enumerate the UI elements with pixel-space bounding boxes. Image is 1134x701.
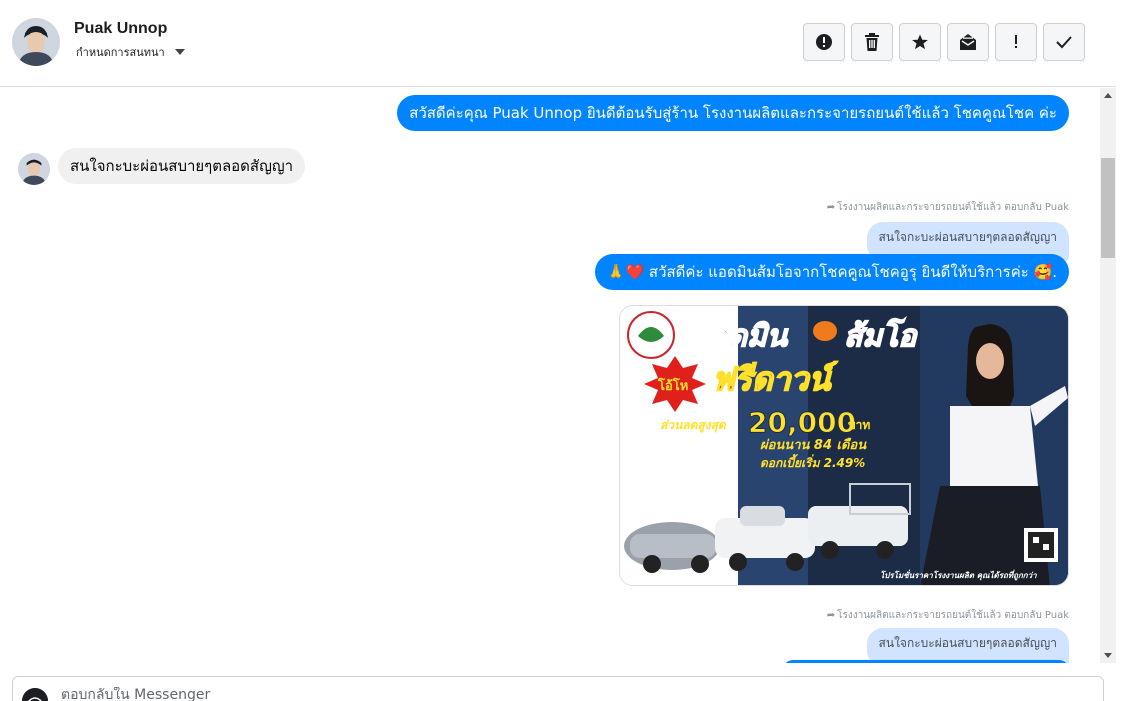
reply-input[interactable]	[61, 687, 961, 701]
promo-tag: โอ้โห	[657, 377, 688, 394]
caret-down-icon	[174, 49, 185, 55]
reply-composer	[12, 676, 1104, 701]
conversation-header: Puak Unnop กำหนดการสนทนา	[0, 0, 1116, 87]
reply-note-text: โรงงานผลิตและกระจายรถยนต์ใช้แล้ว ตอบกลับ…	[837, 202, 1069, 213]
mark-done-button[interactable]	[1043, 23, 1085, 61]
exclamation-icon	[1015, 35, 1017, 48]
delete-button[interactable]	[851, 23, 893, 61]
check-icon	[1056, 36, 1072, 49]
promo-headline-2: ส้มโอ	[844, 318, 918, 354]
page-logo-icon	[22, 688, 48, 701]
promo-installment: ผ่อนนาน 84 เดือน	[760, 437, 867, 453]
contact-name: Puak Unnop	[74, 20, 168, 37]
alert-circle-icon	[816, 34, 832, 50]
reply-note-text: โรงงานผลิตและกระจายรถยนต์ใช้แล้ว ตอบกลับ…	[837, 610, 1069, 621]
contact-avatar[interactable]	[12, 18, 60, 66]
promo-interest: ดอกเบี้ยเริ่ม 2.49%	[760, 454, 865, 470]
outgoing-message: สวัสดีค่ะคุณ Puak Unnop ยินดีต้อนรับสู่ร…	[397, 95, 1069, 131]
contact-avatar-small	[18, 153, 50, 185]
spam-button[interactable]	[995, 23, 1037, 61]
page-avatar	[22, 688, 48, 701]
promo-title: ฟรีดาวน์	[712, 360, 838, 398]
reply-note: ➦ โรงงานผลิตและกระจายรถยนต์ใช้แล้ว ตอบกล…	[827, 608, 1069, 623]
promo-image[interactable]: แอดมิน ส้มโอ โอ้โห ฟรีดาวน์ ส่วนลดสูงสุด…	[619, 305, 1069, 586]
outgoing-message-cut	[783, 660, 1069, 663]
promo-footer: โปรโมชั่นราคาโรงงานผลิต คุณได้รถที่ถูกกว…	[880, 569, 1037, 581]
promo-discount-unit: บาท	[848, 418, 870, 432]
report-button[interactable]	[803, 23, 845, 61]
message-thread[interactable]: สวัสดีค่ะคุณ Puak Unnop ยินดีต้อนรับสู่ร…	[0, 88, 1100, 663]
promo-discount-label: ส่วนลดสูงสุด	[660, 418, 727, 433]
assign-label: กำหนดการสนทนา	[76, 46, 165, 59]
star-button[interactable]	[899, 23, 941, 61]
conversation-toolbar	[803, 23, 1085, 61]
person-avatar-icon	[12, 18, 60, 66]
reply-arrow-icon: ➦	[826, 610, 836, 621]
scroll-up-arrow-icon[interactable]	[1104, 93, 1112, 98]
star-icon	[912, 34, 928, 50]
outgoing-message: 🙏❤️ สวัสดีค่ะ แอดมินส้มโอจากโชคคูณโชคอูร…	[594, 254, 1069, 290]
envelope-icon	[960, 34, 976, 50]
trash-icon	[865, 33, 879, 51]
promo-headline: แอดมิน	[690, 319, 789, 354]
incoming-message: สนใจกะบะผ่อนสบายๆตลอดสัญญา	[58, 148, 306, 184]
inbox-conversation: Puak Unnop กำหนดการสนทนา สวัสดีค่ะคุณ Pu…	[0, 0, 1134, 701]
assign-conversation-dropdown[interactable]: กำหนดการสนทนา	[76, 43, 185, 61]
promo-graphic: แอดมิน ส้มโอ โอ้โห ฟรีดาวน์ ส่วนลดสูงสุด…	[620, 306, 1068, 585]
scroll-thumb[interactable]	[1101, 158, 1115, 258]
person-avatar-icon	[18, 153, 50, 185]
mark-unread-button[interactable]	[947, 23, 989, 61]
reply-arrow-icon: ➦	[826, 202, 836, 213]
scroll-down-arrow-icon[interactable]	[1104, 653, 1112, 658]
thread-scrollbar[interactable]	[1100, 88, 1116, 663]
reply-note: ➦ โรงงานผลิตและกระจายรถยนต์ใช้แล้ว ตอบกล…	[827, 200, 1069, 215]
promo-discount-amount: 20,000	[748, 406, 856, 439]
quoted-message: สนใจกะบะผ่อนสบายๆตลอดสัญญา	[866, 628, 1069, 663]
